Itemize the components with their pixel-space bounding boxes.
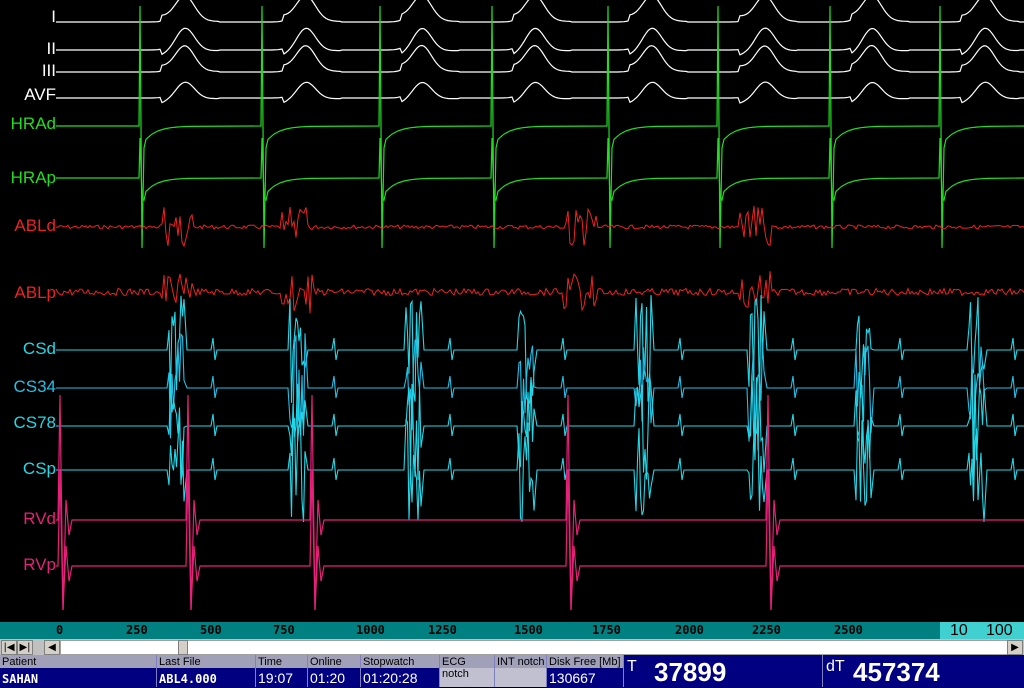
channel-label-rvp[interactable]: RVp [0, 556, 56, 573]
time-tick: 1000 [356, 623, 385, 637]
hra-trace-hrap [56, 137, 1024, 202]
dt-cell: dT 457374 [823, 655, 1024, 687]
ecg-notch-header: ECG notch [442, 656, 469, 680]
status-bar: Patient SAHAN Last File ABL4.000 Time 19… [0, 655, 1024, 687]
scrollbar-thumb[interactable] [178, 640, 188, 655]
time-tick: 0 [56, 623, 64, 637]
rv-trace-rvp [56, 469, 1024, 611]
lastfile-header: Last File [159, 656, 201, 668]
channel-label-csd[interactable]: CSd [0, 340, 56, 357]
abl-trace-abld [55, 206, 1024, 248]
disk-free-header: Disk Free [Mb] [549, 656, 621, 668]
electrogram-traces [55, 0, 1024, 611]
cs-trace-csp [56, 415, 1024, 523]
channel-label-avf[interactable]: AVF [0, 86, 56, 103]
scroll-right-icon[interactable]: ▶ [1007, 640, 1023, 655]
time-cell: Time 19:07 [256, 655, 308, 687]
patient-cell: Patient SAHAN [0, 655, 157, 687]
ecg-trace-avf [56, 81, 1024, 104]
channel-label-hrad[interactable]: HRAd [0, 115, 56, 132]
time-value: 19:07 [258, 670, 294, 686]
time-header: Time [258, 656, 283, 668]
scroll-right-end-icon[interactable]: ▶| [17, 640, 33, 655]
disk-free-value: 130667 [549, 670, 596, 686]
int-notch-cell[interactable]: INT notch [495, 655, 547, 687]
rv-trace-rvd [56, 394, 1024, 611]
int-notch-header: INT notch [497, 656, 545, 668]
online-header: Online [310, 656, 342, 668]
time-tick: 750 [273, 623, 295, 637]
channel-label-cs34[interactable]: CS34 [0, 378, 56, 395]
time-tick: 1750 [592, 623, 621, 637]
patient-value: SAHAN [2, 672, 39, 686]
lastfile-cell: Last File ABL4.000 [157, 655, 256, 687]
stopwatch-header: Stopwatch [363, 656, 415, 668]
cs-trace-cs78 [56, 373, 1024, 481]
ecg-trace-i [56, 0, 1024, 23]
scale-box[interactable]: 10 100 [940, 622, 1024, 639]
online-cell: Online 01:20 [308, 655, 361, 687]
time-tick: 500 [200, 623, 222, 637]
disk-free-cell: Disk Free [Mb] 130667 [547, 655, 624, 687]
channel-label-ii[interactable]: II [0, 40, 56, 57]
cs-trace-csd [56, 295, 1024, 404]
scroll-left-icon[interactable]: ◀ [44, 640, 60, 655]
ecg-trace-iii [56, 44, 1024, 73]
ecg-notch-cell[interactable]: ECG notch [440, 655, 495, 687]
scroll-row: |◀ ▶| ◀ ▶ [0, 639, 1024, 655]
patient-header: Patient [2, 656, 37, 668]
time-tick: 2500 [834, 623, 863, 637]
time-tick: 2250 [752, 623, 781, 637]
scale-b: 100 [986, 622, 1013, 639]
online-value: 01:20 [310, 670, 346, 686]
horizontal-scrollbar[interactable] [60, 640, 1008, 655]
time-tick: 1500 [514, 623, 543, 637]
t-value: 37899 [654, 657, 727, 687]
t-cell: T 37899 [624, 655, 823, 687]
time-tick: 250 [126, 623, 148, 637]
channel-label-rvd[interactable]: RVd [0, 510, 56, 527]
channel-label-iii[interactable]: III [0, 62, 56, 79]
scale-a: 10 [950, 622, 968, 639]
channel-label-hrap[interactable]: HRAp [0, 169, 56, 186]
dt-label: dT [826, 658, 845, 675]
channel-label-i[interactable]: I [0, 8, 56, 25]
abl-trace-ablp [55, 271, 1024, 314]
t-label: T [627, 658, 637, 675]
channel-label-abld[interactable]: ABLd [0, 217, 56, 234]
channel-label-cs78[interactable]: CS78 [0, 414, 56, 431]
stopwatch-cell[interactable]: Stopwatch 01:20:28 [361, 655, 440, 687]
stopwatch-value: 01:20:28 [363, 670, 418, 686]
hra-trace-hrad [56, 5, 1024, 249]
channel-label-csp[interactable]: CSp [0, 460, 56, 477]
lastfile-value: ABL4.000 [159, 672, 217, 686]
channel-label-ablp[interactable]: ABLp [0, 284, 56, 301]
time-axis: 0 250 500 750 1000 1250 1500 1750 2000 2250 2500 1… [0, 622, 1024, 639]
time-tick: 1250 [428, 623, 457, 637]
scroll-left-end-icon[interactable]: |◀ [1, 640, 17, 655]
dt-value: 457374 [853, 657, 940, 687]
time-tick: 2000 [675, 623, 704, 637]
